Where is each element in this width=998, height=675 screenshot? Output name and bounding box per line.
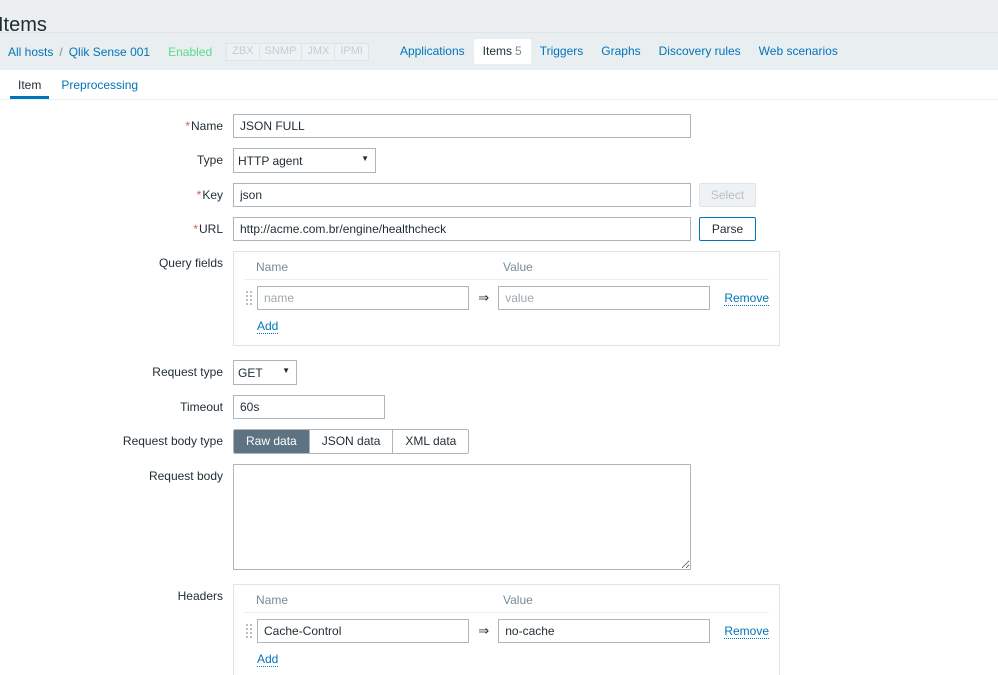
- header-value-input[interactable]: [498, 619, 711, 643]
- headers-table: Name Value ⇒ Remove Add: [233, 584, 780, 675]
- interface-badge-snmp: SNMP: [258, 42, 302, 61]
- host-nav-bar: All hosts / Qlik Sense 001 Enabled ZBX S…: [0, 32, 998, 70]
- query-fields-table: Name Value ⇒ Remove Add: [233, 251, 780, 346]
- query-field-name-input[interactable]: [257, 286, 470, 310]
- status-badge[interactable]: Enabled: [168, 45, 212, 59]
- host-nav-tabs: Applications Items 5 Triggers Graphs Disc…: [391, 39, 847, 64]
- field-row-type: Type HTTP agent: [0, 148, 998, 173]
- select-key-button[interactable]: Select: [699, 183, 756, 207]
- field-row-query-fields: Query fields Name Value ⇒ Remove: [0, 251, 998, 346]
- field-row-url: *URL Parse: [0, 217, 998, 241]
- page-header: Items: [0, 0, 998, 36]
- label-url-text: URL: [198, 222, 223, 236]
- breadcrumb-separator: /: [59, 44, 63, 59]
- request-body-type-json-data[interactable]: JSON data: [309, 430, 394, 453]
- header-name-input[interactable]: [257, 619, 470, 643]
- nav-tab-discovery-rules[interactable]: Discovery rules: [650, 39, 750, 64]
- field-row-request-body: Request body: [0, 464, 998, 570]
- header-remove-cell: Remove: [724, 624, 769, 639]
- headers-col-name: Name: [256, 593, 289, 607]
- required-marker-url: *: [193, 222, 198, 236]
- name-input[interactable]: [233, 114, 691, 138]
- breadcrumb-host-name[interactable]: Qlik Sense 001: [69, 45, 150, 59]
- interface-badge-jmx: JMX: [301, 42, 335, 61]
- key-input[interactable]: [233, 183, 691, 207]
- headers-add-cell: Add: [244, 652, 769, 667]
- tab-preprocessing-label: Preprocessing: [61, 78, 139, 92]
- url-input[interactable]: [233, 217, 691, 241]
- tab-item[interactable]: Item: [8, 74, 51, 99]
- label-timeout: Timeout: [180, 400, 223, 414]
- nav-tab-web-scenarios-label: Web scenarios: [758, 44, 838, 58]
- label-request-type: Request type: [152, 365, 223, 379]
- label-url: *URL: [0, 217, 233, 236]
- query-fields-row: ⇒ Remove: [244, 286, 769, 310]
- query-fields-col-value: Value: [503, 260, 533, 274]
- drag-handle-icon[interactable]: [244, 289, 254, 307]
- interface-badges: ZBX SNMP JMX IPMI: [226, 42, 369, 61]
- nav-tab-triggers-label: Triggers: [539, 44, 584, 58]
- label-query-fields: Query fields: [158, 256, 223, 270]
- required-marker-key: *: [196, 188, 202, 202]
- nav-tab-items[interactable]: Items 5: [473, 39, 531, 64]
- field-row-timeout: Timeout: [0, 395, 998, 419]
- query-field-remove-link[interactable]: Remove: [724, 291, 769, 306]
- nav-tab-discovery-rules-label: Discovery rules: [658, 44, 741, 58]
- label-key-text: Key: [202, 188, 223, 202]
- label-type: Type: [196, 153, 223, 167]
- field-row-request-type: Request type GET: [0, 360, 998, 385]
- field-row-name: *Name: [0, 114, 998, 138]
- request-type-select[interactable]: GET: [233, 360, 297, 385]
- nav-tab-items-count: 5: [515, 44, 522, 58]
- request-body-type-raw-data[interactable]: Raw data: [234, 430, 310, 453]
- headers-col-value: Value: [503, 593, 533, 607]
- item-form: *Name Type HTTP agent *Key Select *URL: [0, 100, 998, 675]
- nav-tab-graphs-label: Graphs: [601, 44, 641, 58]
- query-fields-add-link[interactable]: Add: [257, 319, 279, 334]
- interface-badge-ipmi: IPMI: [334, 42, 369, 61]
- interface-badge-zbx: ZBX: [226, 42, 259, 61]
- label-request-body: Request body: [148, 469, 223, 483]
- request-type-select-wrap: GET: [233, 360, 297, 385]
- query-field-value-input[interactable]: [498, 286, 711, 310]
- request-body-type-xml-data[interactable]: XML data: [393, 430, 469, 453]
- nav-tab-applications[interactable]: Applications: [391, 39, 474, 64]
- nav-tab-applications-label: Applications: [399, 44, 465, 58]
- label-request-body-type: Request body type: [122, 434, 223, 448]
- parse-url-button[interactable]: Parse: [699, 217, 756, 241]
- page-title: Items: [0, 14, 47, 37]
- field-row-headers: Headers Name Value ⇒ Remove: [0, 584, 998, 675]
- query-fields-header-row: Name Value: [244, 260, 769, 280]
- label-key: *Key: [0, 183, 233, 202]
- form-tab-bar: Item Preprocessing: [0, 70, 998, 100]
- label-name: *Name: [0, 114, 233, 133]
- breadcrumb-all-hosts[interactable]: All hosts: [8, 45, 53, 59]
- nav-tab-items-label: Items: [482, 44, 513, 58]
- required-marker-name: *: [185, 119, 190, 133]
- header-remove-link[interactable]: Remove: [724, 624, 769, 639]
- nav-tab-triggers[interactable]: Triggers: [531, 39, 593, 64]
- pair-arrow-icon: ⇒: [478, 623, 490, 638]
- headers-header-row: Name Value: [244, 593, 769, 613]
- nav-tab-web-scenarios[interactable]: Web scenarios: [750, 39, 847, 64]
- field-row-request-body-type: Request body type Raw data JSON data XML…: [0, 429, 998, 454]
- query-fields-col-name: Name: [256, 260, 289, 274]
- tab-item-label: Item: [18, 78, 42, 92]
- nav-tab-graphs[interactable]: Graphs: [592, 39, 649, 64]
- drag-handle-icon[interactable]: [244, 622, 254, 640]
- headers-add-link[interactable]: Add: [257, 652, 279, 667]
- label-name-text: Name: [190, 119, 223, 133]
- pair-arrow-icon: ⇒: [478, 290, 490, 305]
- tab-preprocessing[interactable]: Preprocessing: [51, 74, 148, 99]
- query-fields-add-cell: Add: [244, 319, 769, 334]
- type-select[interactable]: HTTP agent: [233, 148, 376, 173]
- request-body-textarea[interactable]: [233, 464, 691, 570]
- label-headers: Headers: [177, 589, 223, 603]
- type-select-wrap: HTTP agent: [233, 148, 376, 173]
- field-row-key: *Key Select: [0, 183, 998, 207]
- query-field-remove-cell: Remove: [724, 291, 769, 306]
- timeout-input[interactable]: [233, 395, 385, 419]
- request-body-type-segmented: Raw data JSON data XML data: [233, 429, 470, 454]
- headers-row: ⇒ Remove: [244, 619, 769, 643]
